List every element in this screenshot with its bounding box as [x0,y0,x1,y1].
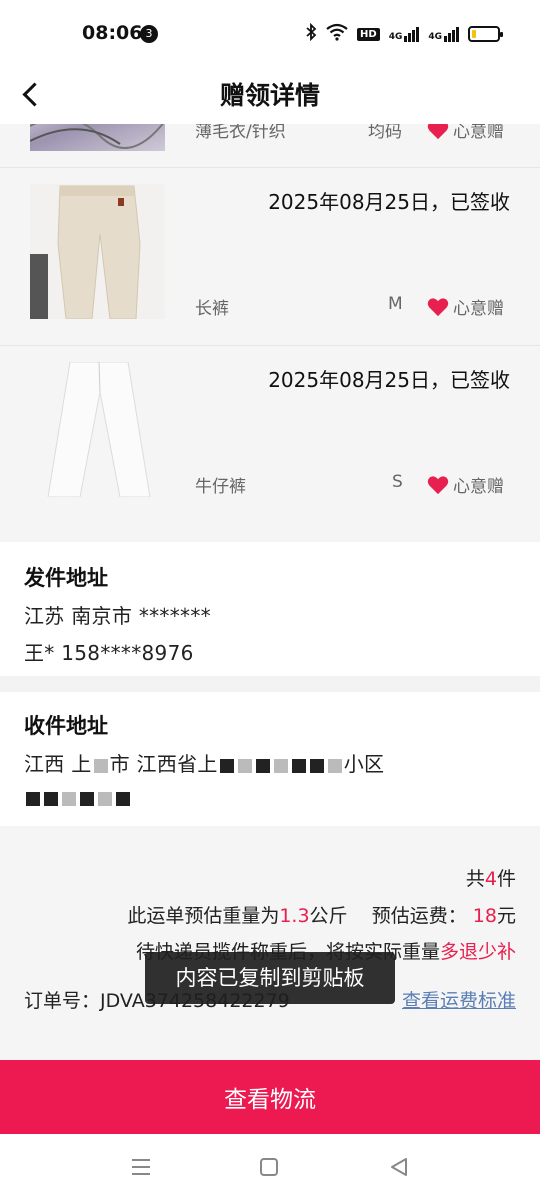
status-icons: HD 4G 4G [305,22,503,46]
system-nav-bar [0,1134,540,1200]
redaction-mosaic [291,758,306,773]
count-prefix: 共 [465,868,485,890]
view-logistics-button[interactable]: 查看物流 [0,1060,540,1134]
redaction-mosaic [93,758,108,773]
redaction-mosaic [273,758,288,773]
item-list[interactable]: 薄毛衣/针织 均码 心意赠 2025年08月25日，已签收 长裤 M 心意赠 2… [0,124,540,542]
redaction-mosaic [80,791,94,806]
signal-label: 4G [388,32,403,42]
note-highlight: 多退少补 [439,941,516,963]
item-name: 长裤 [195,299,229,319]
item-date: 2025年08月25日，已签收 [268,190,510,214]
item-tag-label: 心意赠 [453,477,504,497]
fee-value: 18 [472,905,497,927]
weight-prefix: 此运单预估重量为 [127,905,280,927]
redaction-mosaic [219,758,234,773]
bluetooth-icon [305,22,317,45]
signal-icon: 4G [389,26,420,42]
sender-address-section: 发件地址 江苏 南京市 ******* 王* 158****8976 [0,542,540,676]
weight-unit: 公斤 [309,905,348,927]
redaction-mosaic [327,758,342,773]
fee-prefix: 预估运费： [371,905,467,927]
page-title: 赠领详情 [219,81,320,110]
item-tag: 心意赠 [427,472,504,497]
heart-icon [427,124,449,139]
item-tag-label: 心意赠 [453,124,504,142]
redaction-mosaic [237,758,252,773]
list-item[interactable]: 2025年08月25日，已签收 牛仔裤 S 心意赠 [0,346,540,542]
item-thumbnail[interactable] [30,362,165,497]
heart-icon [427,475,449,494]
status-bar: 08:06 3 HD 4G 4G [0,0,540,64]
app-header: 赠领详情 [0,64,540,124]
item-tag: 心意赠 [427,294,504,319]
receiver-address: 江西 上市 江西省上 小区 [24,748,516,777]
wifi-icon [326,23,348,45]
item-tag-label: 心意赠 [453,299,504,319]
item-thumbnail[interactable] [30,184,165,319]
notification-badge: 3 [140,25,158,43]
item-tag: 心意赠 [427,124,504,142]
signal-label-2: 4G [428,32,442,42]
list-item[interactable]: 薄毛衣/针织 均码 心意赠 [0,124,540,168]
redaction-mosaic [255,758,270,773]
back-nav-icon[interactable] [388,1156,412,1178]
status-time: 08:06 [82,22,143,44]
hd-icon: HD [357,27,380,41]
count-suffix: 件 [496,868,516,890]
item-size: M [388,294,403,314]
redaction-mosaic [44,791,58,806]
item-count: 共4件 [466,864,516,891]
section-divider [0,676,540,692]
home-icon[interactable] [258,1156,282,1178]
receiver-contact [24,785,516,809]
receiver-address-part: 市 江西省上 [109,752,218,776]
list-item[interactable]: 2025年08月25日，已签收 长裤 M 心意赠 [0,168,540,346]
sender-title: 发件地址 [24,566,108,590]
item-thumbnail[interactable] [30,124,165,151]
receiver-address-part: 江西 上 [24,752,92,776]
receiver-address-part: 小区 [343,752,385,776]
fee-unit: 元 [496,905,516,927]
receiver-title: 收件地址 [24,714,108,738]
battery-level [472,30,476,38]
redaction-mosaic [309,758,324,773]
sender-contact: 王* 158****8976 [24,641,194,665]
weight-value: 1.3 [279,905,310,927]
copied-toast: 内容已复制到剪贴板 [145,952,395,1004]
redaction-mosaic [62,791,76,806]
order-summary: 共4件 此运单预估重量为1.3公斤 预估运费： 18元 待快递员揽件称重后，将按… [0,826,540,1060]
signal-icon-2: 4G [428,26,459,42]
receiver-address-section: 收件地址 江西 上市 江西省上 小区 [0,692,540,826]
count-value: 4 [484,868,497,890]
redaction-mosaic [98,791,112,806]
menu-icon[interactable] [130,1156,154,1178]
item-date: 2025年08月25日，已签收 [268,368,510,392]
item-name: 薄毛衣/针织 [195,124,286,142]
order-label: 订单号： [24,990,101,1012]
sender-address: 江苏 南京市 ******* [24,604,211,628]
item-size: 均码 [368,124,402,142]
battery-icon [468,26,503,42]
item-size: S [392,472,403,492]
weight-fee-line: 此运单预估重量为1.3公斤 预估运费： 18元 [127,901,516,928]
redaction-mosaic [116,791,130,806]
heart-icon [427,297,449,316]
fee-standard-link[interactable]: 查看运费标准 [402,986,516,1013]
item-name: 牛仔裤 [195,477,246,497]
redaction-mosaic [26,791,40,806]
